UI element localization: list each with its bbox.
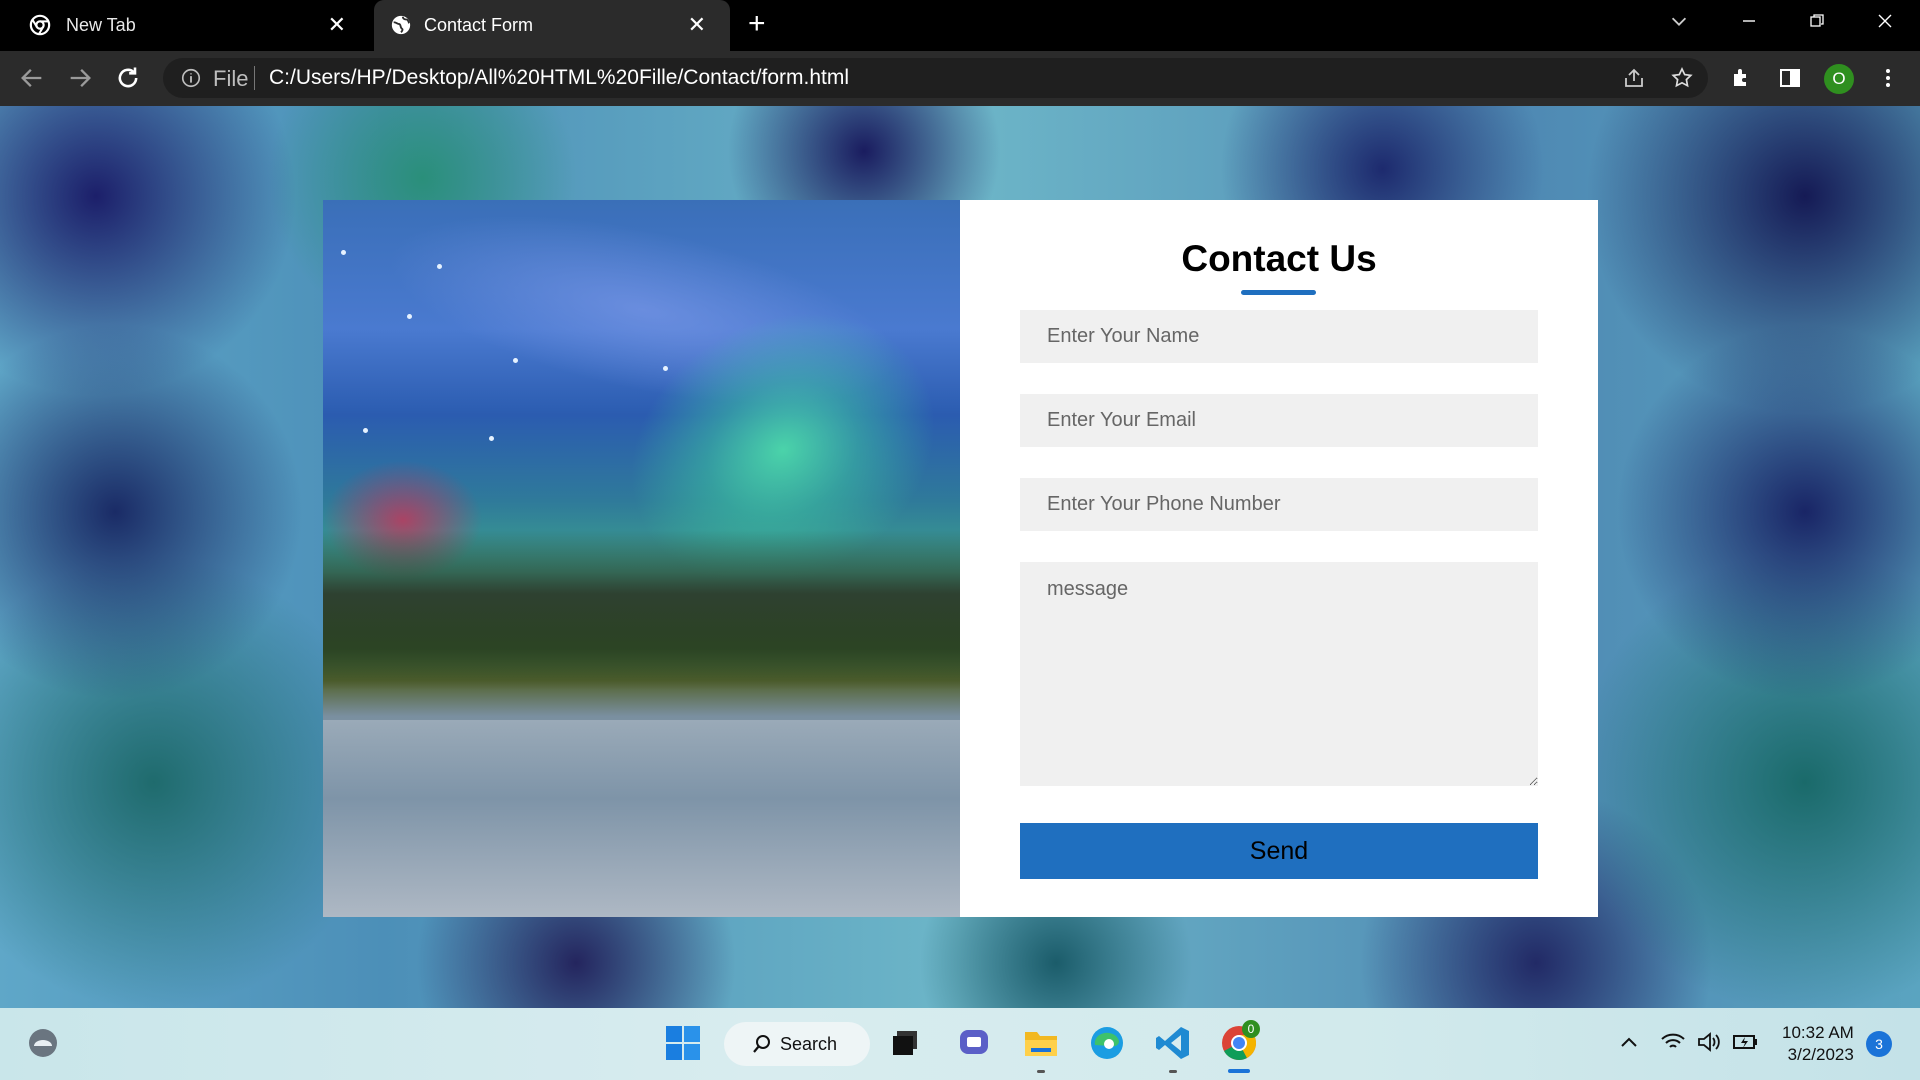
clock-time: 10:32 AM bbox=[1782, 1023, 1854, 1042]
start-windows-icon[interactable] bbox=[662, 1022, 704, 1064]
forward-arrow-icon[interactable] bbox=[66, 64, 94, 92]
side-panel-icon[interactable] bbox=[1778, 66, 1802, 90]
volume-icon[interactable] bbox=[1696, 1030, 1722, 1054]
send-button[interactable]: Send bbox=[1020, 823, 1538, 879]
taskbar-search[interactable]: Search bbox=[724, 1022, 870, 1066]
tab-new-tab[interactable]: New Tab ✕ bbox=[0, 0, 370, 51]
minimize-icon[interactable] bbox=[1714, 0, 1784, 42]
running-indicator bbox=[1169, 1070, 1177, 1073]
wifi-icon[interactable] bbox=[1660, 1030, 1686, 1054]
system-clock[interactable]: 10:32 AM 3/2/2023 bbox=[1782, 1022, 1854, 1066]
contact-form: Contact Us Send bbox=[960, 200, 1598, 917]
back-arrow-icon[interactable] bbox=[18, 64, 46, 92]
window-close-icon[interactable] bbox=[1850, 0, 1920, 42]
phone-input[interactable] bbox=[1020, 478, 1538, 531]
clock-date: 3/2/2023 bbox=[1787, 1045, 1854, 1064]
name-input[interactable] bbox=[1020, 310, 1538, 363]
new-tab-plus-icon[interactable]: + bbox=[748, 9, 766, 39]
scheme-label: File bbox=[213, 66, 249, 91]
search-icon bbox=[753, 1035, 770, 1053]
contact-card: Contact Us Send bbox=[323, 200, 1598, 917]
file-explorer-icon[interactable] bbox=[1020, 1022, 1062, 1064]
battery-charging-icon[interactable] bbox=[1732, 1030, 1760, 1054]
teams-chat-icon[interactable] bbox=[953, 1022, 995, 1064]
task-view-icon[interactable] bbox=[884, 1022, 926, 1064]
widgets-weather-icon[interactable] bbox=[22, 1022, 64, 1064]
divider bbox=[254, 66, 255, 90]
bookmark-star-icon[interactable] bbox=[1670, 66, 1694, 90]
share-icon[interactable] bbox=[1622, 66, 1646, 90]
aurora-image bbox=[323, 200, 960, 917]
notification-badge[interactable]: 3 bbox=[1866, 1031, 1892, 1057]
close-tab-icon[interactable]: ✕ bbox=[688, 12, 706, 38]
vscode-icon[interactable] bbox=[1152, 1022, 1194, 1064]
info-icon[interactable] bbox=[180, 67, 202, 89]
reload-icon[interactable] bbox=[114, 64, 142, 92]
chrome-icon bbox=[29, 14, 51, 36]
running-indicator bbox=[1037, 1070, 1045, 1073]
tab-title: Contact Form bbox=[424, 15, 534, 35]
edge-browser-icon[interactable] bbox=[1086, 1022, 1128, 1064]
chrome-profile-badge: 0 bbox=[1242, 1020, 1260, 1038]
tab-strip: New Tab ✕ Contact Form ✕ + bbox=[0, 0, 1920, 51]
active-app-indicator bbox=[1228, 1069, 1250, 1073]
more-menu-icon[interactable] bbox=[1876, 66, 1900, 90]
restore-icon[interactable] bbox=[1782, 0, 1852, 42]
chevron-up-icon[interactable] bbox=[1618, 1032, 1640, 1054]
url-text[interactable]: C:/Users/HP/Desktop/All%20HTML%20Fille/C… bbox=[269, 66, 849, 90]
page-background: Contact Us Send bbox=[0, 106, 1920, 1008]
extensions-puzzle-icon[interactable] bbox=[1730, 66, 1754, 90]
form-title: Contact Us bbox=[1181, 238, 1377, 279]
message-textarea[interactable] bbox=[1020, 562, 1538, 786]
tab-contact-form[interactable]: Contact Form ✕ bbox=[374, 0, 730, 51]
search-label: Search bbox=[780, 1033, 838, 1054]
close-tab-icon[interactable]: ✕ bbox=[328, 12, 346, 38]
chevron-down-icon[interactable] bbox=[1668, 10, 1690, 32]
title-underline bbox=[1241, 290, 1316, 295]
profile-avatar[interactable]: O bbox=[1824, 64, 1854, 94]
tab-title: New Tab bbox=[66, 15, 136, 35]
taskbar: Search 0 10:32 AM 3/2/2023 3 bbox=[0, 1008, 1920, 1080]
globe-icon bbox=[391, 15, 411, 35]
email-input[interactable] bbox=[1020, 394, 1538, 447]
